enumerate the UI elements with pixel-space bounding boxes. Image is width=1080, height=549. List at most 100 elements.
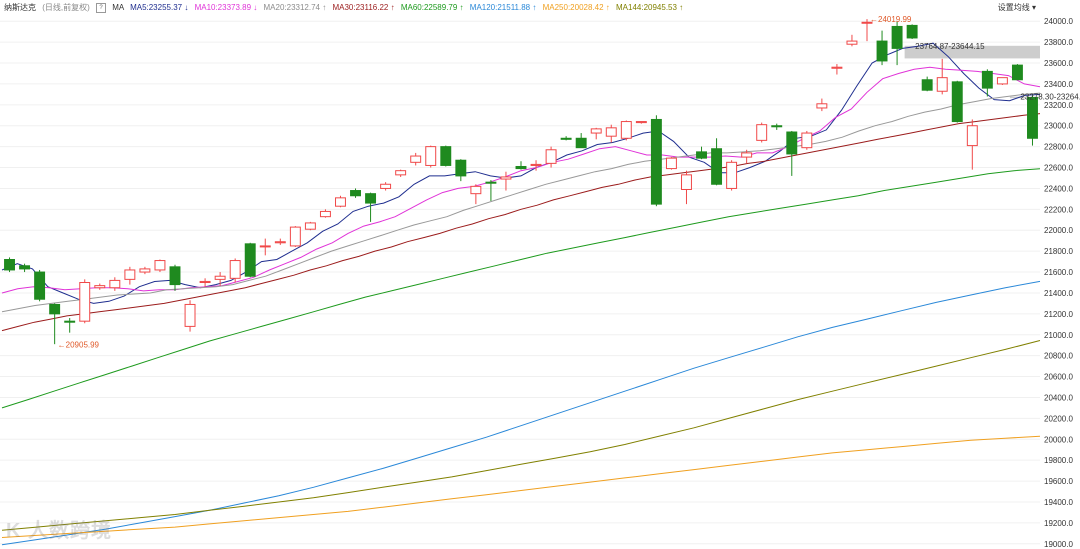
candle-up [801,132,813,149]
candle-down [440,146,452,166]
candle-up [590,128,602,134]
price-annotation: ←20905.99 [58,341,100,350]
candle-up [304,222,316,230]
candle-up [996,77,1008,85]
y-tick-label: 21400.0 [1044,289,1073,298]
candle-down [485,181,497,184]
y-tick-label: 19800.0 [1044,456,1073,465]
candle-up [620,121,632,139]
candle-up [500,176,512,180]
y-tick-label: 21000.0 [1044,331,1073,340]
candle-down [921,79,933,91]
candle-up [741,152,753,158]
index-name: 纳斯达克 [4,3,36,12]
y-tick-label: 23800.0 [1044,38,1073,47]
candle-down [560,137,572,140]
candle-up [109,279,121,289]
candle-down [906,24,918,39]
candle-up [816,103,828,109]
candle-down [365,193,377,204]
candle-down [1011,64,1023,81]
price-annotation: ←24019.99 [870,16,912,24]
candle-up [545,149,557,164]
candle-up [289,226,301,247]
candle-down [1027,97,1038,139]
candle-down [244,243,256,277]
y-tick-label: 20000.0 [1044,435,1073,444]
candle-down [515,165,527,170]
y-tick-label: 24000.0 [1044,17,1073,26]
y-tick-label: 20800.0 [1044,352,1073,361]
y-tick-label: 22000.0 [1044,226,1073,235]
candle-down [876,40,888,62]
ma250-value: MA250:20028.42 ↑ [542,3,610,12]
candle-down [981,70,993,89]
y-tick-label: 19400.0 [1044,498,1073,507]
candle-up [124,269,136,280]
candle-down [350,190,361,197]
y-tick-label: 21600.0 [1044,268,1073,277]
y-tick-label: 23400.0 [1044,80,1073,89]
y-tick-label: 20600.0 [1044,373,1073,382]
candle-down [34,271,46,300]
candle-down [455,159,467,177]
candle-down [891,25,903,49]
candle-up [425,146,437,166]
price-annotation: 23764.87-23644.15 [915,42,985,51]
y-tick-label: 21200.0 [1044,310,1073,319]
candle-up [831,66,843,69]
ma144-value: MA144:20945.53 ↑ [616,3,684,12]
watermark-logo: K 人数跨境 [6,520,112,542]
candle-up [184,303,196,327]
ma20-value: MA20:23312.74 ↑ [263,3,327,12]
candle-up [199,280,211,283]
candlestick-chart[interactable]: ←20905.99←24019.9923764.87-23644.1523278… [0,16,1080,549]
y-tick-label: 23000.0 [1044,122,1073,131]
candles [4,19,1038,345]
candle-down [696,151,707,159]
chart-grid [0,20,1040,545]
candle-up [94,285,106,289]
candle-up [139,268,151,273]
ma60-value: MA60:22589.79 ↑ [400,3,464,12]
caret-down-icon: ▾ [1031,3,1036,12]
candle-up [966,125,978,147]
candle-up [214,275,226,280]
candle-up [635,121,647,124]
candle-up [319,210,331,218]
candle-down [771,125,783,128]
candle-down [19,265,31,270]
candle-down [575,137,587,149]
candle-down [650,118,662,205]
candle-up [79,282,91,322]
y-tick-label: 19000.0 [1044,540,1073,549]
ma120-value: MA120:21511.88 ↑ [469,3,537,12]
y-tick-label: 22200.0 [1044,205,1073,214]
candle-up [846,40,858,45]
ma250-line [1,435,1041,538]
candle-up [681,174,692,190]
candle-up [756,124,768,141]
ma-settings-button[interactable]: 设置均线 ▾ [998,0,1036,16]
help-icon[interactable]: ? [96,2,107,13]
candle-down [711,148,723,185]
y-tick-label: 23200.0 [1044,101,1073,110]
candle-up [335,197,346,207]
y-tick-label: 20200.0 [1044,414,1073,423]
candle-down [64,320,76,323]
y-tick-label: 19600.0 [1044,477,1073,486]
ma-settings-label: 设置均线 [997,3,1030,12]
candle-up [936,77,948,92]
chart-mode[interactable]: (日线,前复权) [42,3,90,12]
candle-up [665,157,677,170]
indicator-legend: 纳斯达克 (日线,前复权) ? MA MA5:23255.37 ↓ MA10:2… [0,0,1080,16]
candle-up [380,183,392,189]
moving-average-lines [1,42,1041,546]
y-tick-label: 19200.0 [1044,519,1073,528]
ma30-value: MA30:23116.22 ↑ [332,3,395,12]
ma120-line [1,280,1041,546]
candle-up [726,161,738,189]
candle-up [229,260,241,279]
y-tick-label: 23600.0 [1044,59,1073,68]
y-tick-label: 21800.0 [1044,247,1073,256]
